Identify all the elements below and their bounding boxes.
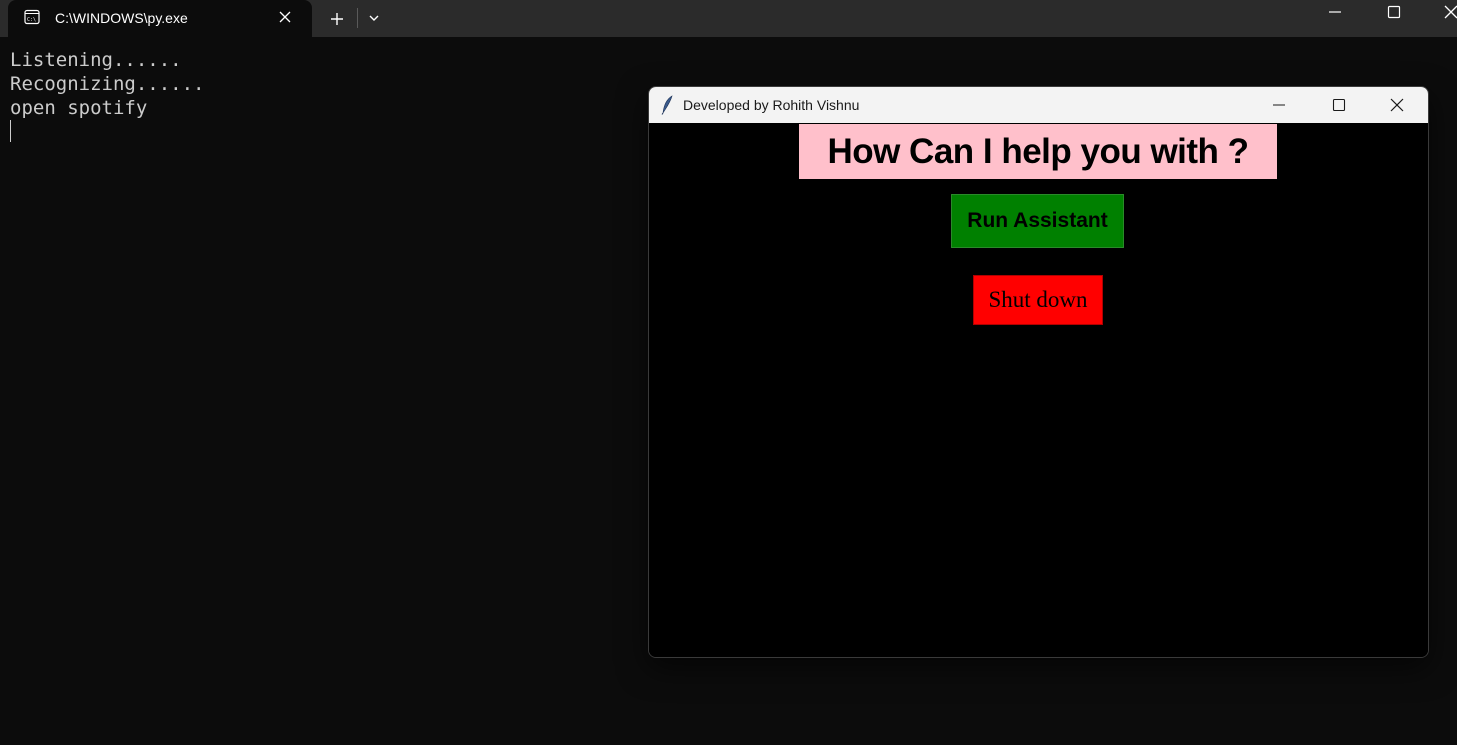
- assistant-window: Developed by Rohith Vishnu How Can I hel…: [648, 86, 1429, 658]
- terminal-line: Recognizing......: [10, 73, 205, 95]
- heading-label: How Can I help you with ?: [799, 124, 1277, 179]
- terminal-tab[interactable]: C:\ C:\WINDOWS\py.exe: [8, 0, 312, 37]
- feather-icon: [661, 95, 673, 115]
- close-icon[interactable]: [278, 10, 292, 24]
- window-title: Developed by Rohith Vishnu: [683, 97, 860, 113]
- run-assistant-button[interactable]: Run Assistant: [951, 194, 1124, 248]
- tab-separator: [357, 8, 358, 28]
- maximize-icon[interactable]: [1386, 4, 1402, 20]
- close-icon[interactable]: [1389, 97, 1405, 113]
- minimize-icon[interactable]: [1271, 97, 1287, 113]
- assistant-content: How Can I help you with ? Run Assistant …: [649, 123, 1428, 657]
- assistant-titlebar[interactable]: Developed by Rohith Vishnu: [649, 87, 1428, 123]
- minimize-icon[interactable]: [1327, 4, 1343, 20]
- terminal-line: open spotify: [10, 97, 148, 119]
- maximize-icon[interactable]: [1331, 97, 1347, 113]
- terminal-icon: C:\: [24, 9, 40, 25]
- close-icon[interactable]: [1443, 4, 1457, 20]
- chevron-down-icon[interactable]: [366, 10, 382, 26]
- terminal-line: Listening......: [10, 49, 182, 71]
- terminal-titlebar: C:\ C:\WINDOWS\py.exe: [0, 0, 1457, 37]
- plus-icon[interactable]: [326, 8, 348, 30]
- text-cursor: [10, 120, 11, 142]
- tab-title: C:\WINDOWS\py.exe: [55, 10, 188, 26]
- shut-down-button[interactable]: Shut down: [973, 275, 1103, 325]
- svg-text:C:\: C:\: [27, 17, 36, 23]
